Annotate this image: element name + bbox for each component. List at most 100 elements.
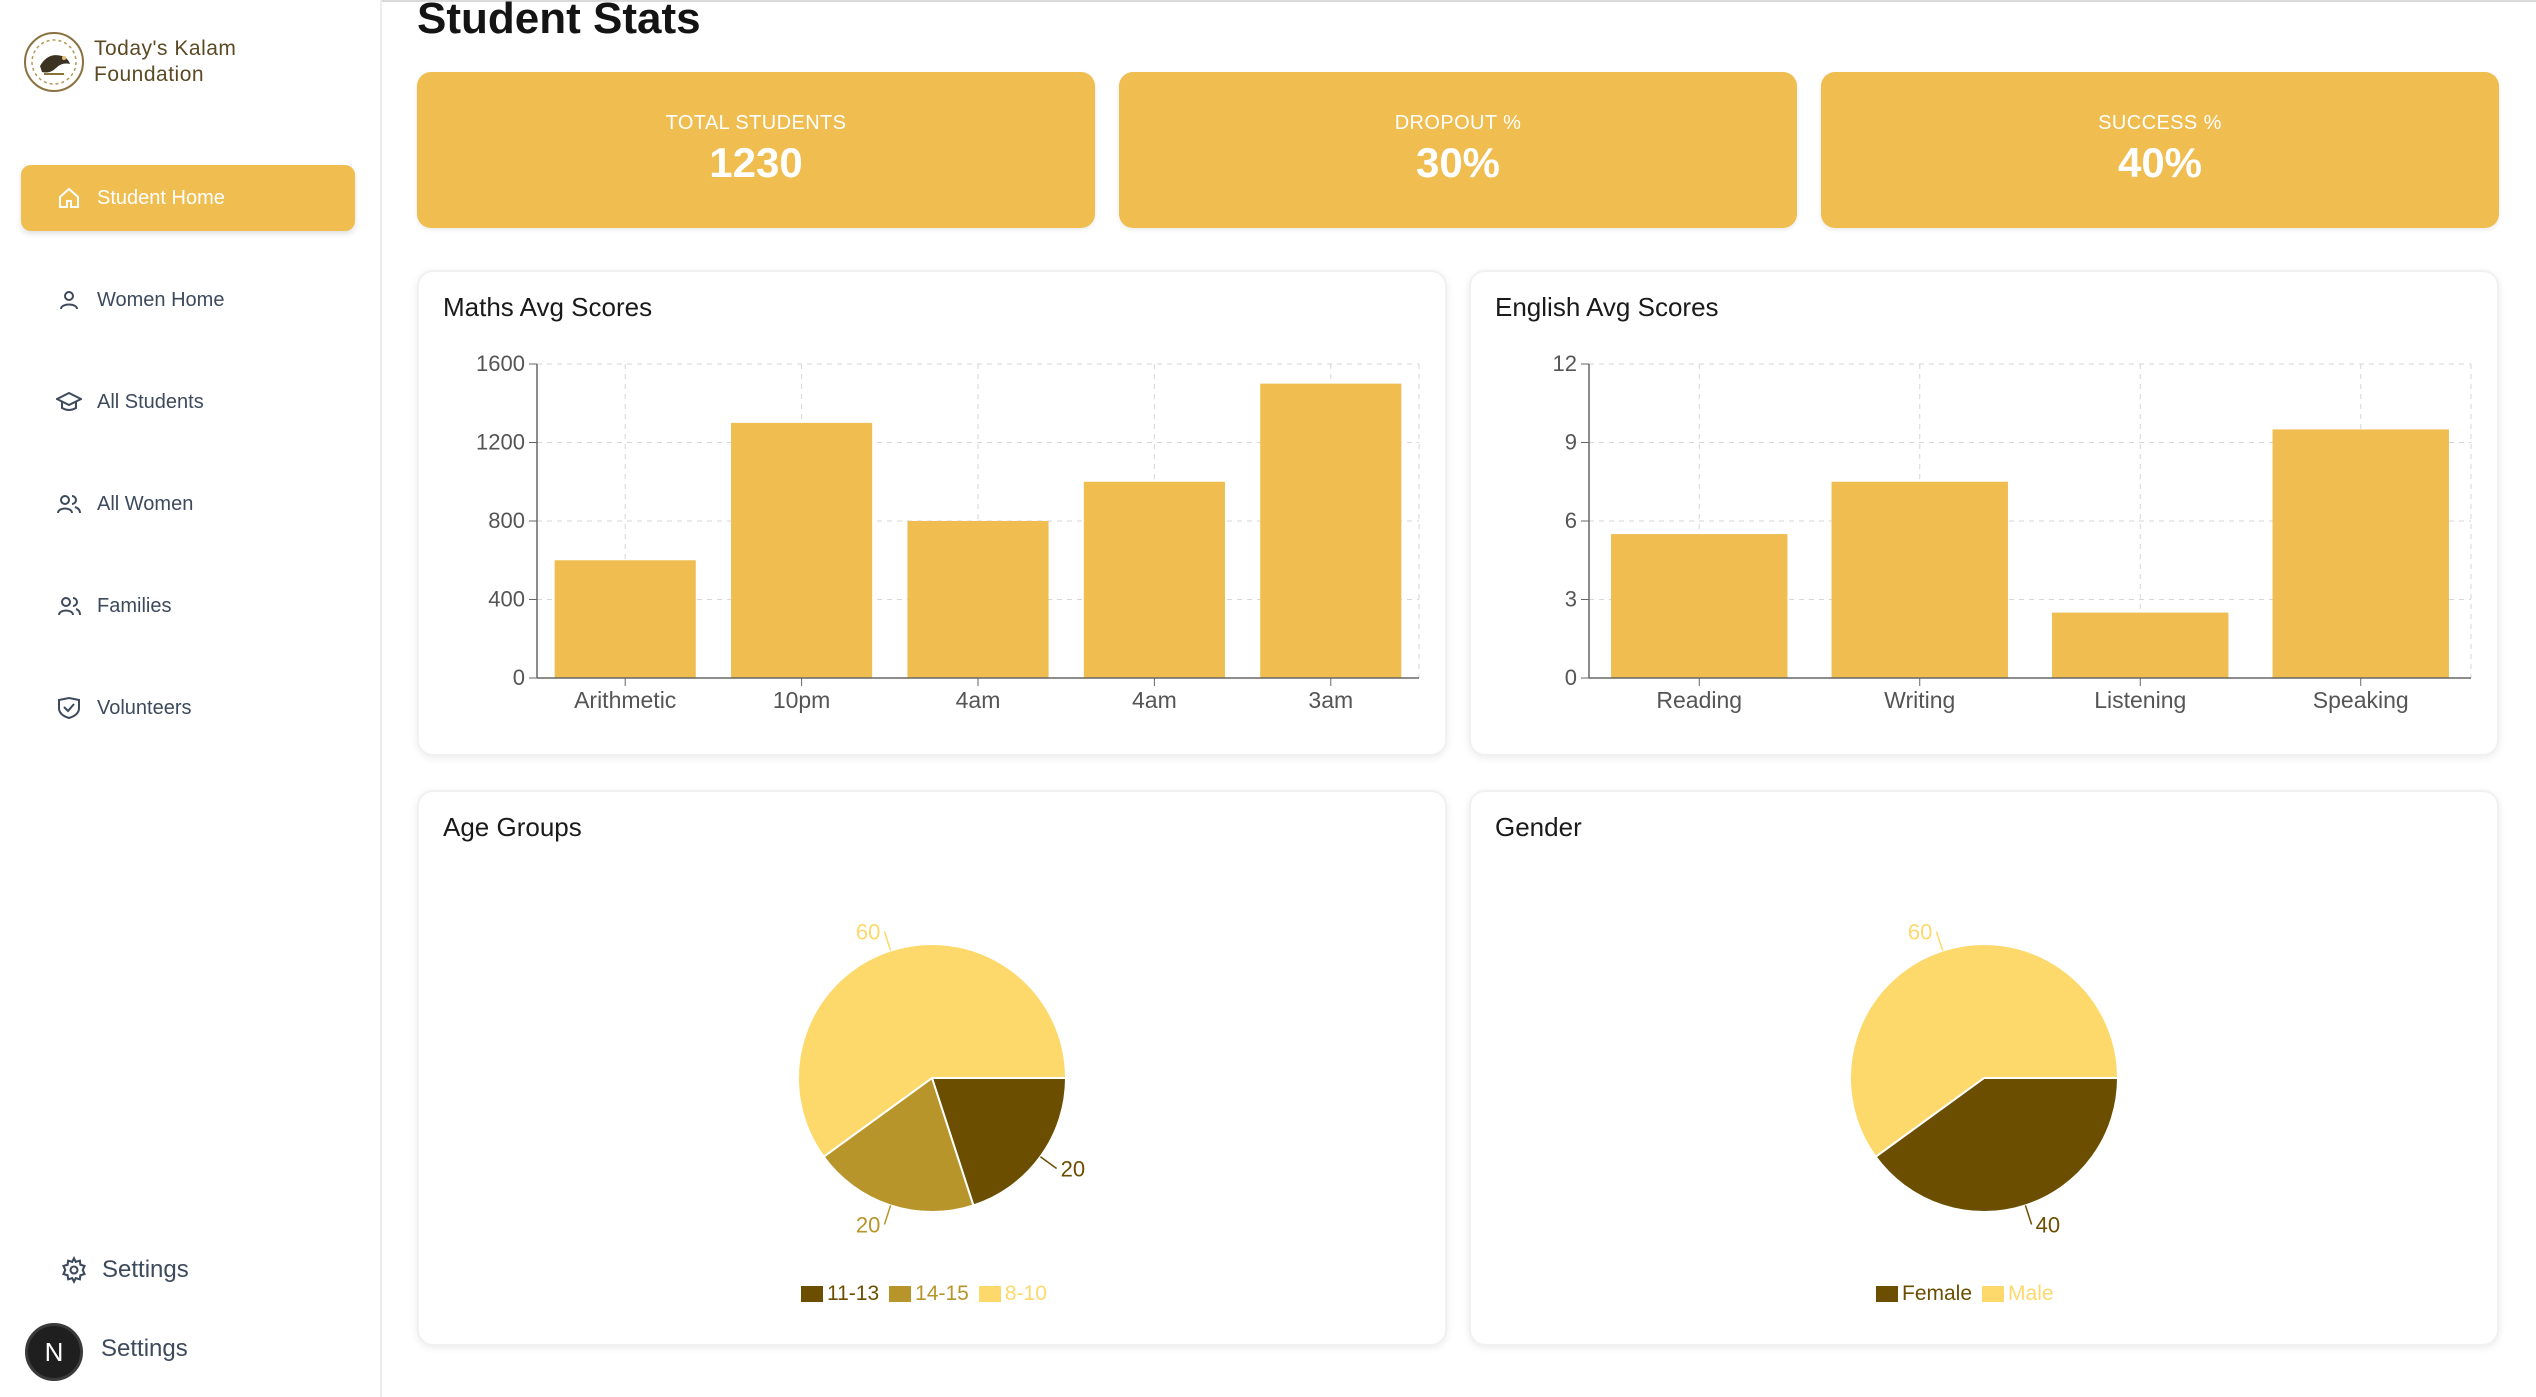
pie-data-label: 60	[856, 920, 880, 945]
bar-3[interactable]	[1083, 481, 1225, 678]
y-tick-label: 3	[1565, 587, 1577, 612]
y-tick-label: 800	[488, 508, 525, 533]
legend-label: Female	[1902, 1282, 1973, 1305]
sidebar-item-label: Student Home	[97, 186, 225, 209]
account-settings-link[interactable]: Settings	[101, 1335, 188, 1363]
legend-label: 11-13	[827, 1282, 880, 1305]
kalam-logo-icon	[24, 32, 84, 92]
gender-pie-chart: 40 60	[1849, 920, 2120, 1237]
settings-link[interactable]: Settings	[60, 1256, 189, 1284]
bar-0[interactable]	[554, 560, 696, 678]
legend-swatch	[801, 1286, 823, 1302]
graduation-cap-icon	[55, 388, 83, 416]
y-tick-label: 400	[488, 587, 525, 612]
legend-swatch	[1982, 1286, 2005, 1302]
gear-icon	[60, 1256, 88, 1284]
bar-2[interactable]	[907, 521, 1049, 678]
pie-label-leader	[2024, 1205, 2033, 1225]
sidebar-item-all-women[interactable]: All Women	[21, 471, 355, 537]
stat-value: 30%	[1415, 139, 1501, 186]
family-icon	[55, 592, 83, 620]
sidebar-item-label: Families	[97, 594, 172, 617]
sidebar-item-families[interactable]: Families	[21, 573, 355, 639]
x-tick-label: Speaking	[2313, 687, 2409, 713]
pie-label-leader	[1039, 1156, 1058, 1170]
legend-label: 8-10	[1004, 1282, 1047, 1305]
legend-swatch	[1876, 1286, 1898, 1302]
legend-swatch	[978, 1286, 1001, 1302]
maths-chart-panel: Maths Avg Scores 0 400 800 1200 1600 Arithmet…	[417, 270, 1447, 756]
page-title: Student Stats	[417, 0, 701, 43]
legend-swatch	[889, 1286, 912, 1302]
stat-label: TOTAL STUDENTS	[665, 112, 847, 134]
pie-data-label: 20	[1061, 1157, 1085, 1182]
brand-logo[interactable]: Today's Kalam Foundation	[22, 30, 236, 94]
y-tick-label: 0	[513, 665, 525, 690]
stat-label: DROPOUT %	[1394, 112, 1522, 134]
stat-card-dropout: DROPOUT % 30%	[1119, 72, 1797, 228]
legend-item[interactable]: Male	[1982, 1282, 2054, 1306]
legend-item[interactable]: 8-10	[978, 1282, 1047, 1306]
stat-card-total-students: TOTAL STUDENTS 1230	[417, 72, 1095, 228]
english-chart-panel: English Avg Scores 0 3 6 9 12 Reading Writing L…	[1469, 270, 2499, 756]
stat-value: 1230	[709, 139, 803, 186]
x-tick-label: 4am	[1132, 687, 1177, 713]
brand-name-line1: Today's Kalam	[94, 37, 237, 60]
legend-label: Male	[2008, 1282, 2054, 1305]
maths-bar-chart: 0 400 800 1200 1600 Arithmetic 10pm 4am 4am 3am	[476, 351, 1420, 713]
pie-label-leader	[883, 1205, 892, 1225]
sidebar: Today's Kalam Foundation Student Home Wo…	[0, 0, 382, 1397]
sidebar-item-volunteers[interactable]: Volunteers	[21, 675, 355, 741]
stat-label: SUCCESS %	[2098, 112, 2222, 134]
sidebar-item-label: All Students	[97, 390, 204, 413]
x-tick-label: Reading	[1656, 687, 1742, 713]
y-tick-label: 0	[1565, 665, 1577, 690]
y-tick-label: 1600	[476, 351, 525, 376]
bar-0[interactable]	[1611, 534, 1788, 678]
gender-legend: Female Male	[1876, 1282, 2064, 1306]
x-tick-label: 10pm	[773, 687, 831, 713]
y-tick-label: 12	[1553, 351, 1577, 376]
english-bar-chart: 0 3 6 9 12 Reading Writing Listening Speaking	[1553, 351, 2472, 713]
sidebar-item-women-home[interactable]: Women Home	[21, 267, 355, 333]
stat-value: 40%	[2117, 139, 2203, 186]
legend-item[interactable]: 14-15	[889, 1282, 969, 1306]
pie-data-label: 60	[1908, 920, 1932, 945]
users-icon	[55, 490, 83, 518]
x-tick-label: 3am	[1308, 687, 1353, 713]
y-tick-label: 9	[1565, 430, 1577, 455]
age-groups-pie-chart: 20 20 60	[797, 920, 1085, 1237]
gender-panel: Gender 40 60 Female Male	[1469, 790, 2499, 1346]
bar-3[interactable]	[2272, 429, 2449, 678]
x-tick-label: Writing	[1884, 687, 1955, 713]
sidebar-item-all-students[interactable]: All Students	[21, 369, 355, 435]
x-tick-label: Arithmetic	[574, 687, 676, 713]
avatar[interactable]: N	[25, 1323, 83, 1381]
sidebar-item-student-home[interactable]: Student Home	[21, 165, 355, 231]
sidebar-item-label: All Women	[97, 492, 194, 515]
brand-name-line2: Foundation	[94, 63, 205, 86]
sidebar-item-label: Women Home	[97, 288, 225, 311]
pie-label-leader	[1935, 931, 1944, 951]
bar-1[interactable]	[1831, 481, 2008, 678]
stat-card-success: SUCCESS % 40%	[1821, 72, 2499, 228]
pie-data-label: 40	[2036, 1212, 2060, 1237]
y-tick-label: 6	[1565, 508, 1577, 533]
brand-name: Today's Kalam Foundation	[94, 36, 236, 88]
legend-item[interactable]: Female	[1876, 1282, 1972, 1306]
bar-4[interactable]	[1260, 383, 1402, 678]
settings-label: Settings	[102, 1256, 189, 1283]
y-tick-label: 1200	[476, 430, 525, 455]
pie-data-label: 20	[856, 1212, 880, 1237]
home-icon	[55, 184, 83, 212]
legend-item[interactable]: 11-13	[801, 1282, 879, 1306]
x-tick-label: 4am	[956, 687, 1001, 713]
age-groups-legend: 11-13 14-15 8-10	[801, 1282, 1057, 1306]
bar-1[interactable]	[731, 422, 873, 678]
legend-label: 14-15	[915, 1282, 969, 1305]
bar-2[interactable]	[2052, 612, 2229, 678]
user-icon	[55, 286, 83, 314]
x-tick-label: Listening	[2094, 687, 2186, 713]
sidebar-item-label: Volunteers	[97, 696, 192, 719]
avatar-initial: N	[44, 1336, 64, 1367]
